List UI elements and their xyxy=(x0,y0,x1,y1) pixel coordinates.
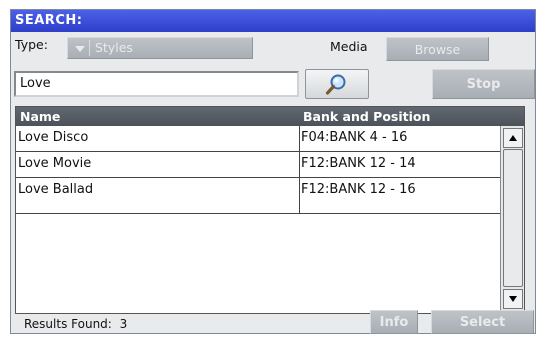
results-table: Name Bank and Position Love Disco F04:BA… xyxy=(15,106,525,314)
arrow-down-icon xyxy=(509,296,517,302)
table-row[interactable]: Love Ballad F12:BANK 12 - 16 xyxy=(16,178,500,203)
chevron-down-icon xyxy=(75,46,85,52)
arrow-up-icon xyxy=(509,135,517,141)
media-label: Media xyxy=(330,39,368,54)
select-button[interactable]: Select xyxy=(431,310,534,334)
stop-button[interactable]: Stop xyxy=(432,69,535,99)
table-row[interactable]: Love Disco F04:BANK 4 - 16 xyxy=(16,126,500,151)
row-bank-position: F12:BANK 12 - 16 xyxy=(301,182,416,197)
search-input[interactable]: Love xyxy=(14,71,299,97)
row-bank-position: F04:BANK 4 - 16 xyxy=(301,130,408,145)
magnifier-icon xyxy=(325,74,346,95)
scrollbar-track[interactable] xyxy=(503,149,523,287)
table-row[interactable]: Love Movie F12:BANK 12 - 14 xyxy=(16,152,500,177)
type-label: Type: xyxy=(15,37,48,52)
column-header-bank-position[interactable]: Bank and Position xyxy=(303,107,430,126)
row-bank-position: F12:BANK 12 - 14 xyxy=(301,156,416,171)
type-value: Styles xyxy=(95,40,133,55)
vertical-scrollbar[interactable] xyxy=(500,126,524,313)
results-found: Results Found: 3 xyxy=(24,315,127,333)
scroll-up-button[interactable] xyxy=(503,128,523,148)
row-name: Love Disco xyxy=(18,130,89,145)
results-label: Results Found: xyxy=(24,317,112,331)
row-divider xyxy=(16,213,500,214)
dropdown-separator xyxy=(89,40,90,56)
search-button[interactable] xyxy=(305,69,369,99)
column-header-name[interactable]: Name xyxy=(20,107,60,126)
browse-button[interactable]: Browse xyxy=(386,37,489,61)
table-header: Name Bank and Position xyxy=(16,107,524,126)
results-count: 3 xyxy=(119,317,128,331)
scroll-down-button[interactable] xyxy=(503,289,523,309)
type-dropdown[interactable]: Styles xyxy=(67,37,253,59)
row-name: Love Ballad xyxy=(18,182,94,197)
info-button[interactable]: Info xyxy=(370,310,418,334)
dialog-title: SEARCH: xyxy=(11,10,535,32)
search-dialog: SEARCH: Type: Styles Media Browse Love S… xyxy=(10,9,536,334)
row-name: Love Movie xyxy=(18,156,92,171)
column-divider xyxy=(299,126,300,213)
